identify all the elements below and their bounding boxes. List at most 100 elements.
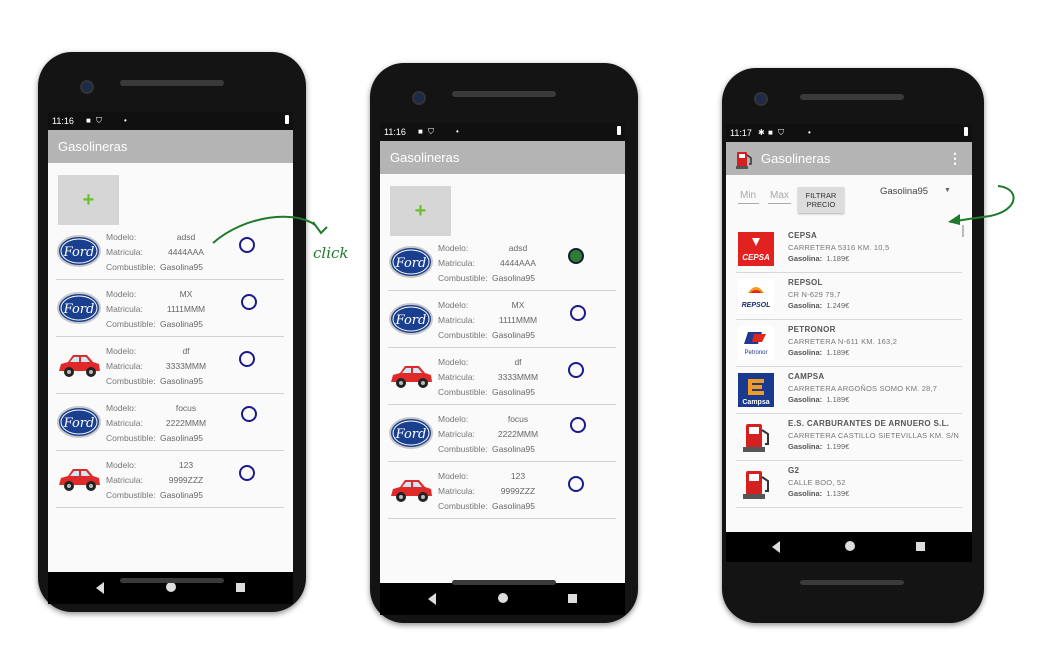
status-time: 11:16 — [384, 127, 406, 137]
model-label: Modelo: — [106, 289, 137, 299]
max-price-input[interactable]: Max — [768, 190, 791, 204]
nav-home-icon[interactable] — [498, 593, 508, 603]
bottom-speaker — [452, 580, 556, 585]
fuel-value: Gasolina95 — [160, 376, 204, 386]
select-radio[interactable] — [241, 294, 257, 310]
phone-1: 11:16 ■ ⛉ • Gasolineras + Ford Modelo: ads… — [38, 52, 306, 612]
system-nav-bar — [726, 532, 972, 562]
phone-3: 11:17 ✱ ■ ⛉ • Gasolineras ⋮ Min Max FILT… — [722, 68, 984, 623]
fuel-value: Gasolina95 — [160, 433, 204, 443]
station-list-item[interactable]: Petronor PETRONOR CARRETERA N-611 KM. 163,… — [736, 319, 962, 367]
nav-recents-icon[interactable] — [916, 542, 925, 551]
fuel-pump-icon — [743, 424, 769, 452]
station-list-item[interactable]: CEPSA CEPSA CARRETERA 5316 KM. 10,5 Gasolin… — [736, 225, 962, 273]
station-name: CAMPSA — [788, 372, 825, 381]
click-arrow-head — [312, 221, 328, 235]
select-radio[interactable] — [568, 248, 584, 264]
ford-logo-icon: Ford — [389, 246, 433, 278]
plate-label: Matricula: — [106, 475, 143, 485]
select-radio[interactable] — [570, 417, 586, 433]
station-list-item[interactable]: G2 CALLE BOO, 52 Gasolina: 1.139€ — [736, 460, 962, 508]
app-title: Gasolineras — [58, 139, 128, 154]
model-label: Modelo: — [106, 403, 137, 413]
petronor-logo-icon: Petronor — [738, 326, 774, 360]
fuel-value: Gasolina95 — [160, 262, 204, 272]
price-value: 1.189€ — [826, 348, 850, 357]
plate-label: Matricula: — [106, 361, 143, 371]
speaker-grille — [452, 91, 556, 97]
model-value: adsd — [508, 243, 528, 253]
annotation-arrow-2 — [948, 185, 1015, 225]
select-radio[interactable] — [241, 406, 257, 422]
station-price: Gasolina: 1.189€ — [788, 395, 849, 404]
min-price-input[interactable]: Min — [738, 190, 760, 204]
select-radio[interactable] — [570, 305, 586, 321]
car-list-item[interactable]: Modelo: df Matricula: 3333MMM Combustible: Ga… — [56, 337, 284, 394]
dot-icon: • — [808, 128, 811, 137]
station-price: Gasolina: 1.139€ — [788, 489, 849, 498]
battery-icon — [285, 115, 289, 124]
speaker-grille — [800, 94, 904, 100]
model-value: focus — [175, 403, 197, 413]
fuel-label: Combustible: — [438, 444, 488, 454]
car-list-item[interactable]: Ford Modelo: MX Matricula: 1111MMM Combustibl… — [388, 291, 616, 348]
station-list-item[interactable]: REPSOL REPSOL CR N-629 79,7 Gasolina: 1.249… — [736, 272, 962, 320]
fuel-label: Combustible: — [106, 490, 156, 500]
select-radio[interactable] — [568, 362, 584, 378]
select-radio[interactable] — [239, 465, 255, 481]
app-bar: Gasolineras — [48, 130, 293, 163]
nav-back-icon[interactable] — [96, 582, 104, 594]
station-name: CEPSA — [788, 231, 818, 240]
add-car-button[interactable]: + — [58, 175, 119, 225]
ford-logo-icon: Ford — [389, 417, 433, 449]
nav-home-icon[interactable] — [845, 541, 855, 551]
station-list-item[interactable]: Campsa CAMPSA CARRETERA ARGOÑOS SOMO KM. 2… — [736, 366, 962, 414]
phone-2: 11:16 ■ ⛉ • Gasolineras + Ford Modelo: ads… — [370, 63, 638, 623]
fuel-value: Gasolina95 — [160, 319, 204, 329]
plate-label: Matricula: — [106, 304, 143, 314]
phone-1-screen: 11:16 ■ ⛉ • Gasolineras + Ford Modelo: ads… — [48, 112, 293, 604]
fuel-value: Gasolina95 — [492, 387, 536, 397]
overflow-menu-icon[interactable]: ⋮ — [948, 150, 962, 167]
plate-label: Matricula: — [438, 486, 475, 496]
station-name: REPSOL — [788, 278, 823, 287]
car-list-item[interactable]: Ford Modelo: focus Matricula: 2222MMM Combust… — [56, 394, 284, 451]
station-list-item[interactable]: E.S. CARBURANTES DE ARNUERO S.L. CARRETER… — [736, 413, 962, 461]
car-list-item[interactable]: Modelo: 123 Matricula: 9999ZZZ Combustible: G… — [388, 462, 616, 519]
car-list-item[interactable]: Modelo: 123 Matricula: 9999ZZZ Combustible: G… — [56, 451, 284, 508]
app-bar: Gasolineras ⋮ — [726, 142, 972, 175]
select-radio[interactable] — [568, 476, 584, 492]
filter-price-button[interactable]: FILTRAR PRECIO — [798, 187, 844, 213]
nav-recents-icon[interactable] — [568, 594, 577, 603]
model-value: df — [514, 357, 522, 367]
click-annotation: click — [313, 244, 349, 262]
car-list-item[interactable]: Ford Modelo: MX Matricula: 1111MMM Combustibl… — [56, 280, 284, 337]
car-list-item[interactable]: Ford Modelo: focus Matricula: 2222MMM Combust… — [388, 405, 616, 462]
fuel-type-select[interactable]: Gasolina95 — [880, 186, 928, 197]
plate-label: Matricula: — [438, 429, 475, 439]
model-value: MX — [179, 289, 193, 299]
nav-back-icon[interactable] — [428, 593, 436, 605]
app-title: Gasolineras — [761, 151, 831, 166]
shield-icon: ⛉ — [428, 127, 434, 136]
ford-logo-icon: Ford — [57, 292, 101, 324]
ford-logo-text: Ford — [63, 302, 95, 317]
add-car-button[interactable]: + — [390, 186, 451, 236]
nav-home-icon[interactable] — [166, 582, 176, 592]
plate-label: Matricula: — [106, 247, 143, 257]
price-value: 1.189€ — [826, 395, 850, 404]
plate-value: 2222MMM — [165, 418, 207, 428]
status-bar: 11:16 ■ ⛉ • — [48, 112, 293, 130]
red-car-icon — [391, 366, 432, 388]
fuel-label: Combustible: — [106, 319, 156, 329]
select-radio[interactable] — [239, 351, 255, 367]
station-price: Gasolina: 1.189€ — [788, 348, 849, 357]
nav-recents-icon[interactable] — [236, 583, 245, 592]
nav-back-icon[interactable] — [772, 541, 780, 553]
battery-icon — [964, 127, 968, 136]
plate-label: Matricula: — [438, 258, 475, 268]
car-list-item[interactable]: Ford Modelo: adsd Matricula: 4444AAA Combusti… — [388, 234, 616, 291]
car-list-item[interactable]: Modelo: df Matricula: 3333MMM Combustible: Ga… — [388, 348, 616, 405]
price-label: Gasolina: — [788, 489, 823, 498]
status-time: 11:17 — [730, 128, 752, 138]
